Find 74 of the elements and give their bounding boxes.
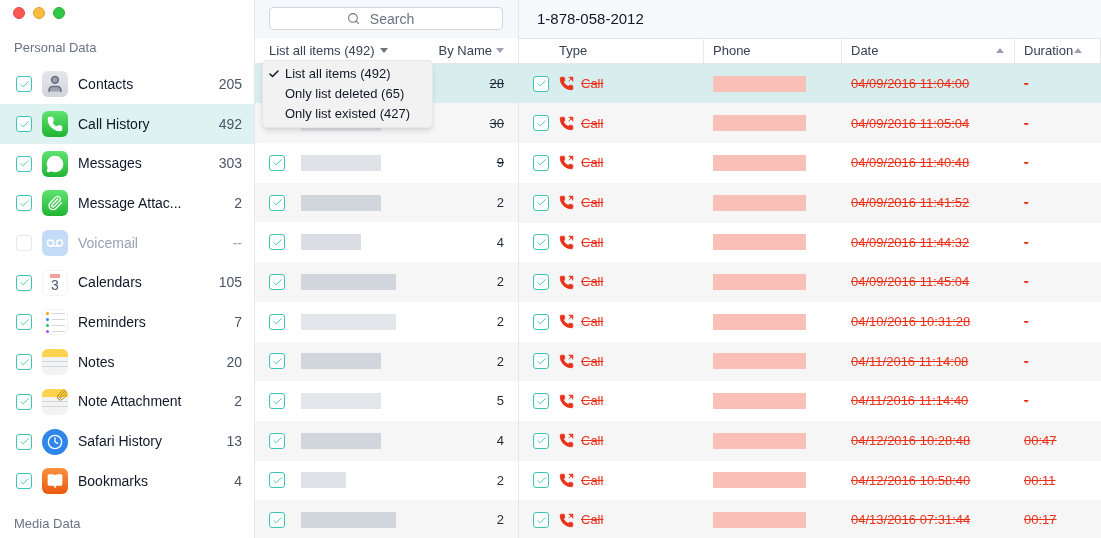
call-duration: - (1024, 273, 1029, 292)
call-duration: 00:47 (1024, 432, 1057, 451)
item-count: 30 (489, 114, 504, 133)
call-type: Call (581, 471, 604, 490)
call-type: Call (581, 193, 604, 212)
item-count: 2 (496, 471, 504, 490)
item-count: 28 (489, 74, 504, 93)
item-count: 2 (496, 273, 504, 292)
item-label: Notes (78, 352, 116, 372)
call-date: 04/11/2016 11:14:08 (851, 352, 969, 371)
item-count: 7 (234, 312, 242, 332)
item-label: Note Attachment (78, 392, 183, 412)
call-date: 04/12/2016 10:28:48 (851, 432, 971, 451)
call-date: 04/09/2016 11:40:48 (851, 154, 970, 173)
item-label: Messages (78, 154, 143, 174)
item-count: 13 (226, 432, 242, 452)
item-count: 2 (496, 193, 504, 212)
item-count: 2 (496, 511, 504, 530)
item-label: Message Attac... (78, 193, 183, 213)
call-date: 04/10/2016 10:31:28 (851, 312, 971, 331)
item-count: 4 (234, 471, 242, 491)
call-date: 04/13/2016 07:31:44 (851, 511, 971, 530)
section-title: Personal Data (13, 39, 98, 57)
item-count: 303 (218, 154, 242, 174)
item-count: 4 (496, 432, 504, 450)
item-count: 4 (496, 233, 504, 252)
call-date: 04/09/2016 11:41:52 (851, 193, 970, 212)
call-date: 04/11/2016 11:14:40 (851, 392, 969, 411)
call-duration: - (1024, 312, 1029, 331)
call-type: Call (581, 114, 604, 133)
call-duration: - (1024, 352, 1029, 371)
call-type: Call (581, 392, 604, 411)
item-label: Contacts (78, 74, 135, 94)
item-label: Reminders (78, 312, 147, 332)
call-date: 04/09/2016 11:44:32 (851, 233, 970, 252)
call-duration: - (1024, 114, 1029, 133)
call-duration: 00:17 (1024, 511, 1057, 530)
call-duration: - (1024, 154, 1029, 173)
contact-title: 1-878-058-2012 (537, 8, 644, 29)
call-type: Call (581, 511, 604, 530)
item-count: 9 (496, 154, 504, 173)
item-count: -- (232, 233, 242, 253)
call-duration: - (1024, 193, 1029, 212)
item-count: 2 (234, 193, 242, 213)
item-label: Bookmarks (78, 471, 150, 491)
call-duration: 00:11 (1024, 471, 1056, 490)
call-duration: - (1024, 74, 1029, 93)
call-duration: - (1024, 233, 1029, 252)
item-count: 105 (218, 273, 242, 293)
item-label: Safari History (78, 432, 164, 452)
call-date: 04/09/2016 11:45:04 (851, 273, 970, 292)
call-type: Call (581, 273, 604, 292)
call-type: Call (581, 74, 604, 93)
section-title: Media Data (13, 515, 82, 534)
call-date: 04/09/2016 11:04:00 (851, 74, 970, 93)
call-duration: - (1024, 392, 1029, 411)
item-count: 2 (234, 392, 242, 412)
item-label: Voicemail (78, 233, 139, 253)
call-date: 04/09/2016 11:05:04 (851, 114, 970, 133)
call-type: Call (581, 352, 604, 371)
item-count: 2 (496, 352, 504, 371)
item-count: 20 (226, 352, 242, 372)
item-label: Calendars (78, 273, 143, 293)
call-date: 04/12/2016 10:58:40 (851, 471, 971, 490)
item-count: 492 (218, 114, 242, 134)
item-count: 5 (496, 392, 504, 411)
calendar-icon: 3 (42, 269, 68, 296)
call-type: Call (581, 312, 604, 331)
call-type: Call (581, 154, 604, 173)
item-label: Call History (78, 114, 151, 134)
call-type: Call (581, 432, 604, 451)
item-count: 205 (218, 74, 242, 94)
item-count: 2 (496, 312, 504, 331)
call-type: Call (581, 233, 604, 252)
